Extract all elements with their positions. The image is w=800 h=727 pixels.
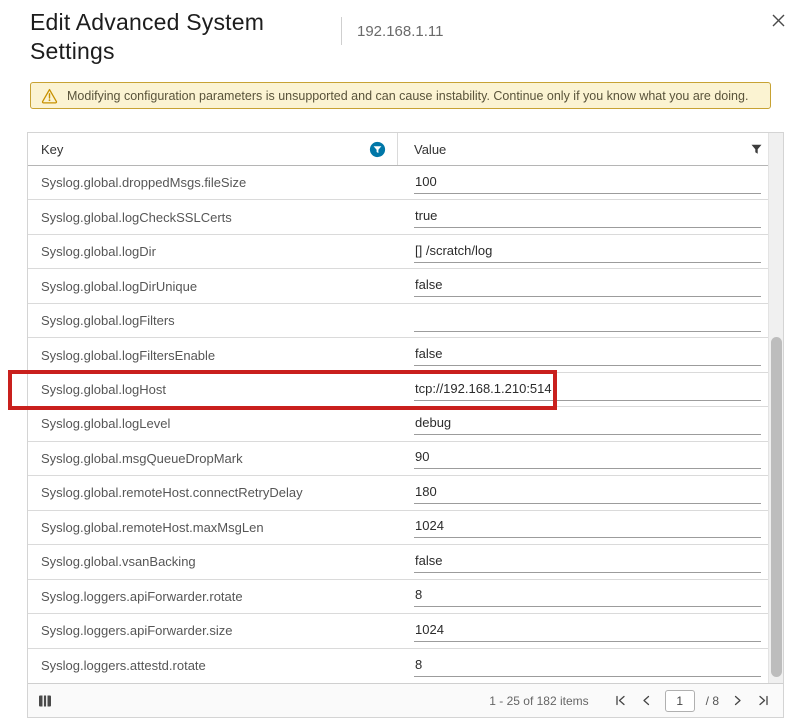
table-row: Syslog.global.logDirUnique [28, 269, 783, 303]
warning-icon [41, 88, 58, 104]
column-header-value: Value [398, 133, 783, 165]
setting-value-input[interactable] [414, 310, 761, 332]
column-picker-button[interactable] [36, 692, 54, 710]
key-column-label: Key [41, 142, 63, 157]
previous-page-button[interactable] [639, 693, 654, 708]
scrollbar-thumb[interactable] [771, 337, 782, 677]
setting-key: Syslog.global.logCheckSSLCerts [28, 210, 398, 225]
table-row: Syslog.global.logCheckSSLCerts [28, 200, 783, 234]
grid-header: Key Value [28, 133, 783, 166]
setting-value-input[interactable] [414, 379, 761, 401]
setting-key: Syslog.global.droppedMsgs.fileSize [28, 175, 398, 190]
table-row: Syslog.global.droppedMsgs.fileSize [28, 166, 783, 200]
warning-banner: Modifying configuration parameters is un… [30, 82, 771, 109]
setting-value-cell [398, 551, 783, 573]
table-row: Syslog.loggers.apiForwarder.rotate [28, 580, 783, 614]
key-filter-active-icon[interactable] [369, 141, 386, 158]
page-title: Edit Advanced System Settings [30, 8, 292, 66]
setting-value-cell [398, 206, 783, 228]
grid-footer: 1 - 25 of 182 items / 8 [28, 683, 783, 717]
setting-value-input[interactable] [414, 413, 761, 435]
setting-value-input[interactable] [414, 551, 761, 573]
setting-value-cell [398, 447, 783, 469]
setting-value-input[interactable] [414, 516, 761, 538]
setting-value-cell [398, 172, 783, 194]
table-row: Syslog.global.logFiltersEnable [28, 338, 783, 372]
last-page-icon [757, 694, 770, 707]
table-row: Syslog.global.logLevel [28, 407, 783, 441]
table-row: Syslog.global.remoteHost.maxMsgLen [28, 511, 783, 545]
setting-value-cell [398, 241, 783, 263]
setting-key: Syslog.global.logDir [28, 244, 398, 259]
column-header-key: Key [28, 133, 398, 165]
setting-value-input[interactable] [414, 655, 761, 677]
warning-text: Modifying configuration parameters is un… [67, 89, 748, 103]
columns-icon [38, 694, 52, 708]
setting-value-input[interactable] [414, 482, 761, 504]
setting-value-cell [398, 379, 783, 401]
host-address-label: 192.168.1.11 [357, 23, 443, 40]
close-icon [771, 13, 786, 31]
setting-key: Syslog.global.vsanBacking [28, 554, 398, 569]
table-row: Syslog.global.msgQueueDropMark [28, 442, 783, 476]
setting-key: Syslog.global.logDirUnique [28, 279, 398, 294]
setting-value-input[interactable] [414, 344, 761, 366]
first-page-icon [614, 694, 627, 707]
setting-value-cell [398, 413, 783, 435]
setting-value-cell [398, 310, 783, 332]
settings-datagrid: Key Value Syslog.global.droppedMsgs.file… [27, 132, 784, 718]
table-row: Syslog.global.logHost [28, 373, 783, 407]
vertical-scrollbar[interactable] [768, 133, 783, 683]
grid-body: Syslog.global.droppedMsgs.fileSize Syslo… [28, 166, 783, 683]
setting-key: Syslog.global.logFiltersEnable [28, 348, 398, 363]
host-address: 192.168.1.11 [341, 17, 443, 45]
setting-value-input[interactable] [414, 275, 761, 297]
table-row: Syslog.global.logFilters [28, 304, 783, 338]
close-button[interactable] [766, 10, 790, 34]
setting-key: Syslog.loggers.apiForwarder.rotate [28, 589, 398, 604]
setting-value-cell [398, 275, 783, 297]
setting-key: Syslog.global.logFilters [28, 313, 398, 328]
value-column-label: Value [414, 142, 446, 157]
setting-key: Syslog.global.logLevel [28, 416, 398, 431]
table-row: Syslog.global.logDir [28, 235, 783, 269]
setting-value-input[interactable] [414, 206, 761, 228]
table-row: Syslog.loggers.attestd.rotate [28, 649, 783, 683]
first-page-button[interactable] [613, 693, 628, 708]
setting-value-input[interactable] [414, 585, 761, 607]
last-page-button[interactable] [756, 693, 771, 708]
setting-value-input[interactable] [414, 447, 761, 469]
setting-value-cell [398, 655, 783, 677]
setting-value-cell [398, 516, 783, 538]
setting-key: Syslog.loggers.attestd.rotate [28, 658, 398, 673]
table-row: Syslog.global.vsanBacking [28, 545, 783, 579]
value-filter-icon[interactable] [751, 144, 762, 155]
setting-key: Syslog.global.msgQueueDropMark [28, 451, 398, 466]
setting-key: Syslog.global.remoteHost.connectRetryDel… [28, 485, 398, 500]
setting-value-input[interactable] [414, 620, 761, 642]
page-number-input[interactable] [665, 690, 695, 712]
chevron-right-icon [731, 694, 744, 707]
setting-value-cell [398, 482, 783, 504]
setting-key: Syslog.global.remoteHost.maxMsgLen [28, 520, 398, 535]
page-total-label: / 8 [706, 694, 719, 708]
chevron-left-icon [640, 694, 653, 707]
items-count: 1 - 25 of 182 items [489, 694, 588, 708]
table-row: Syslog.loggers.apiForwarder.size [28, 614, 783, 648]
setting-value-cell [398, 585, 783, 607]
next-page-button[interactable] [730, 693, 745, 708]
setting-value-cell [398, 620, 783, 642]
table-row: Syslog.global.remoteHost.connectRetryDel… [28, 476, 783, 510]
setting-value-input[interactable] [414, 241, 761, 263]
setting-key: Syslog.global.logHost [28, 382, 398, 397]
setting-key: Syslog.loggers.apiForwarder.size [28, 623, 398, 638]
setting-value-cell [398, 344, 783, 366]
setting-value-input[interactable] [414, 172, 761, 194]
pagination: / 8 [613, 690, 771, 712]
